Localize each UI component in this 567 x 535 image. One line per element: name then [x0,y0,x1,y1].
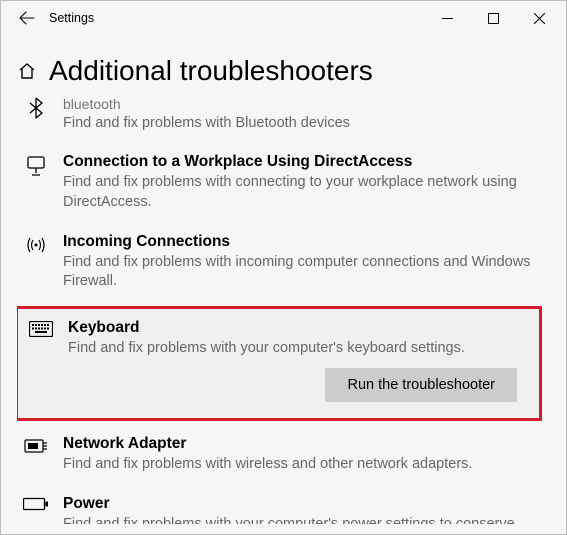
window-titlebar: Settings [1,1,566,35]
minimize-button[interactable] [424,3,470,33]
item-title: Keyboard [68,319,529,337]
item-title: Network Adapter [63,435,534,453]
item-title: Incoming Connections [63,233,534,251]
list-item[interactable]: Network Adapter Find and fix problems wi… [17,425,540,485]
keyboard-icon [28,321,54,337]
item-title: Power [63,495,534,513]
troubleshooters-panel: bluetooth Find and fix problems with Blu… [1,95,566,534]
item-description: Find and fix problems with incoming comp… [63,253,534,292]
item-description: Find and fix problems with your computer… [63,515,534,524]
back-button[interactable] [13,4,41,32]
close-button[interactable] [516,3,562,33]
window-controls [424,3,562,33]
close-icon [534,13,545,24]
page-title: Additional troubleshooters [49,55,373,87]
item-description: Find and fix problems with Bluetooth dev… [63,114,534,134]
monitor-icon [23,155,49,177]
arrow-left-icon [19,10,35,26]
item-description: Find and fix problems with connecting to… [63,173,534,212]
item-description: Find and fix problems with wireless and … [63,455,534,475]
network-adapter-icon [23,437,49,455]
item-title-cut: bluetooth [63,95,534,114]
maximize-icon [488,13,499,24]
list-item[interactable]: Incoming Connections Find and fix proble… [17,223,540,302]
list-item-selected[interactable]: Keyboard Find and fix problems with your… [17,306,542,422]
bluetooth-icon [23,97,49,119]
troubleshooters-list[interactable]: bluetooth Find and fix problems with Blu… [17,95,550,524]
battery-icon [23,497,49,511]
maximize-button[interactable] [470,3,516,33]
app-title: Settings [49,11,424,25]
signal-icon [23,235,49,255]
list-item[interactable]: bluetooth Find and fix problems with Blu… [17,95,540,143]
list-item[interactable]: Power Find and fix problems with your co… [17,485,540,524]
run-troubleshooter-button[interactable]: Run the troubleshooter [325,368,517,402]
list-item[interactable]: Connection to a Workplace Using DirectAc… [17,143,540,222]
minimize-icon [442,13,453,24]
home-icon[interactable] [17,61,37,81]
item-description: Find and fix problems with your computer… [68,339,529,359]
item-title: Connection to a Workplace Using DirectAc… [63,153,534,171]
page-header: Additional troubleshooters [1,35,566,95]
